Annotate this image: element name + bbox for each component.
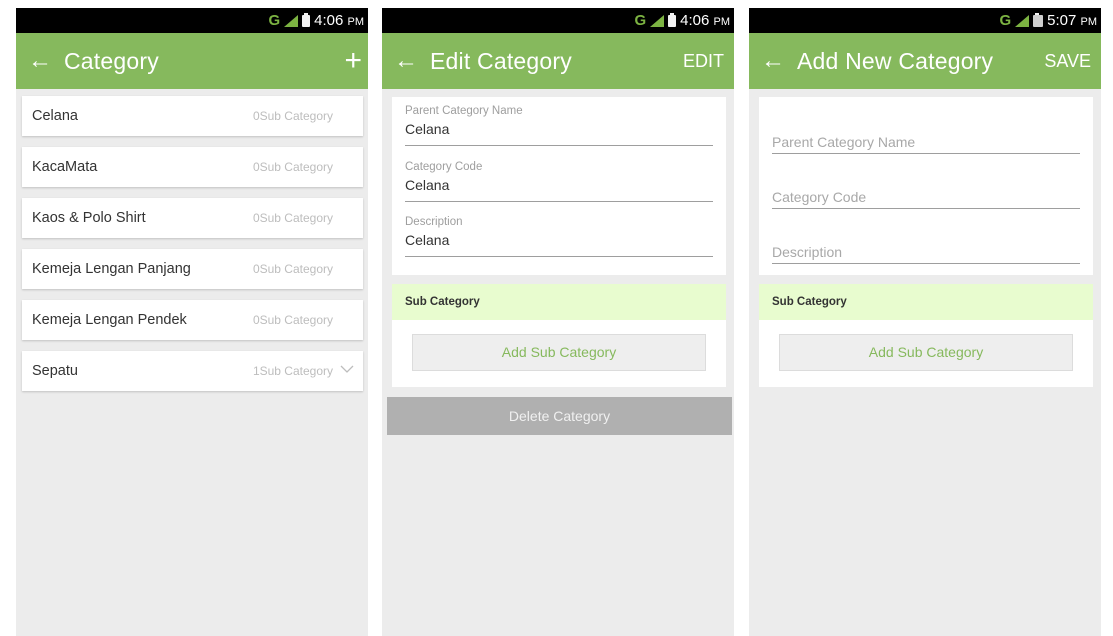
parent-category-field[interactable]: Parent Category Name: [772, 115, 1080, 154]
sub-category-section: Sub Category Add Sub Category: [392, 284, 726, 387]
field-label: Description: [405, 216, 463, 228]
category-code-field[interactable]: Category Code Celana: [405, 161, 713, 202]
sub-category-section: Sub Category Add Sub Category: [759, 284, 1093, 387]
list-item[interactable]: Kemeja Lengan Pendek 0Sub Category: [22, 300, 363, 340]
sub-category-count: 0Sub Category: [252, 313, 333, 327]
sub-category-count: 0Sub Category: [252, 160, 333, 174]
category-form: Parent Category Name Celana Category Cod…: [392, 97, 726, 275]
category-name: Sepatu: [32, 363, 78, 379]
battery-charging-icon: [1033, 12, 1044, 27]
signal-icon: [284, 14, 299, 27]
sub-category-count: 0Sub Category: [252, 211, 333, 225]
category-name: Celana: [32, 108, 78, 124]
field-value: Celana: [405, 121, 450, 137]
category-name: Kaos & Polo Shirt: [32, 210, 146, 226]
parent-category-field[interactable]: Parent Category Name Celana: [405, 105, 713, 146]
list-item[interactable]: Kemeja Lengan Panjang 0Sub Category: [22, 249, 363, 289]
app-bar: ← Edit Category EDIT: [382, 33, 734, 89]
status-time: 4:06 PM: [680, 12, 730, 29]
category-list-screen: G 4:06 PM ← Category + Celana 0Sub Categ…: [16, 8, 368, 636]
status-time: 4:06 PM: [314, 12, 364, 29]
list-item[interactable]: KacaMata 0Sub Category: [22, 147, 363, 187]
field-placeholder: Parent Category Name: [772, 134, 916, 150]
arrow-left-icon[interactable]: ←: [382, 33, 430, 89]
network-type: G: [999, 12, 1012, 29]
field-value: Celana: [405, 177, 450, 193]
chevron-down-icon[interactable]: [340, 364, 354, 374]
edit-button[interactable]: EDIT: [683, 33, 724, 89]
field-value: Celana: [405, 232, 450, 248]
arrow-left-icon[interactable]: ←: [16, 33, 64, 89]
battery-icon: [302, 12, 311, 27]
list-item[interactable]: Sepatu 1Sub Category: [22, 351, 363, 391]
status-time: 5:07 PM: [1047, 12, 1097, 29]
sub-category-count: 0Sub Category: [252, 109, 333, 123]
arrow-left-icon[interactable]: ←: [749, 33, 797, 89]
list-item[interactable]: Celana 0Sub Category: [22, 96, 363, 136]
list-item[interactable]: Kaos & Polo Shirt 0Sub Category: [22, 198, 363, 238]
app-bar: ← Add New Category SAVE: [749, 33, 1101, 89]
status-bar: G 4:06 PM: [382, 8, 734, 33]
edit-category-screen: G 4:06 PM ← Edit Category EDIT Parent Ca…: [382, 8, 734, 636]
add-sub-category-button[interactable]: Add Sub Category: [412, 334, 706, 371]
network-type: G: [268, 12, 281, 29]
field-placeholder: Category Code: [772, 189, 867, 205]
category-form: Parent Category Name Category Code Descr…: [759, 97, 1093, 275]
description-field[interactable]: Description: [772, 225, 1080, 264]
page-title: Edit Category: [430, 47, 572, 74]
field-label: Parent Category Name: [405, 105, 523, 117]
page-title: Category: [64, 47, 159, 74]
field-label: Category Code: [405, 161, 483, 173]
status-bar: G 5:07 PM: [749, 8, 1101, 33]
network-type: G: [634, 12, 647, 29]
sub-category-count: 0Sub Category: [252, 262, 333, 276]
plus-icon[interactable]: +: [344, 33, 362, 89]
description-field[interactable]: Description Celana: [405, 216, 713, 257]
sub-category-header: Sub Category: [392, 284, 726, 320]
category-list: Celana 0Sub Category KacaMata 0Sub Categ…: [16, 89, 368, 391]
app-bar: ← Category +: [16, 33, 368, 89]
status-bar: G 4:06 PM: [16, 8, 368, 33]
delete-category-button[interactable]: Delete Category: [387, 397, 732, 435]
add-category-screen: G 5:07 PM ← Add New Category SAVE Parent…: [749, 8, 1101, 636]
battery-icon: [668, 12, 677, 27]
signal-icon: [1015, 14, 1030, 27]
save-button[interactable]: SAVE: [1044, 33, 1091, 89]
category-code-field[interactable]: Category Code: [772, 170, 1080, 209]
category-name: Kemeja Lengan Panjang: [32, 261, 191, 277]
category-name: Kemeja Lengan Pendek: [32, 312, 187, 328]
page-title: Add New Category: [797, 47, 994, 74]
signal-icon: [650, 14, 665, 27]
field-placeholder: Description: [772, 244, 843, 260]
category-name: KacaMata: [32, 159, 98, 175]
sub-category-count: 1Sub Category: [252, 364, 333, 378]
add-sub-category-button[interactable]: Add Sub Category: [779, 334, 1073, 371]
sub-category-header: Sub Category: [759, 284, 1093, 320]
